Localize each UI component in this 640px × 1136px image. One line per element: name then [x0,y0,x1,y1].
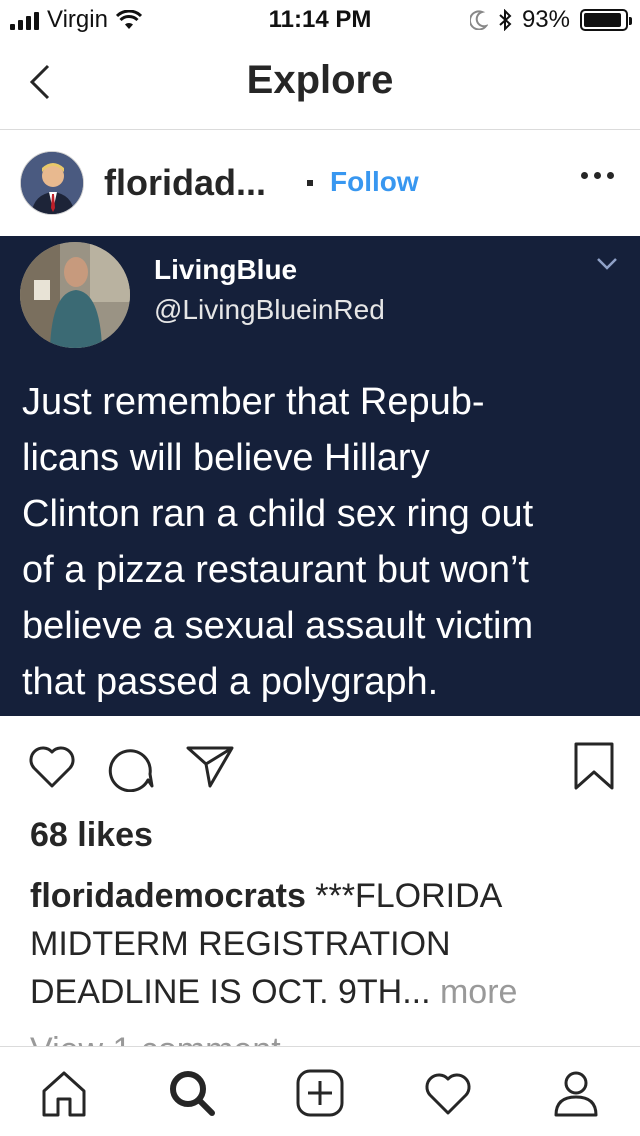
status-right: 93% [469,6,632,34]
post-image[interactable]: LivingBlue @LivingBlueinRed Just remembe… [0,236,640,716]
separator-dot [307,180,313,186]
tweet-text: Just remember that Repub- licans will be… [22,381,534,703]
post-header: floridad... Follow [0,130,640,236]
follow-button[interactable]: Follow [330,166,419,198]
caption-username[interactable]: floridademocrats [30,877,306,915]
add-icon[interactable] [294,1067,346,1119]
heart-icon[interactable] [26,740,78,792]
moon-icon [469,10,488,30]
tweet-avatar-image [20,242,130,348]
profile-icon[interactable] [550,1067,602,1119]
post-username[interactable]: floridad... [104,162,266,204]
bluetooth-icon [499,9,512,31]
share-icon[interactable] [184,740,236,792]
tweet-author-name: LivingBlue [154,254,298,285]
page-title: Explore [246,58,394,102]
tweet-author-handle: @LivingBlueinRed [154,294,385,325]
chevron-down-icon [597,258,617,270]
likes-count[interactable]: 68 likes [30,816,153,855]
post-caption: floridademocrats ***FLORIDA MIDTERM REGI… [30,872,610,1016]
nav-bar: Explore [0,40,640,130]
battery-percent: 93% [521,6,570,33]
battery-icon [580,9,632,31]
tweet-avatar [20,242,130,348]
avatar-image [21,152,83,214]
avatar[interactable] [20,151,84,215]
comment-icon[interactable] [104,740,156,792]
bookmark-icon[interactable] [568,740,620,792]
more-dots-icon[interactable] [581,172,614,179]
post-actions [0,716,640,816]
search-icon[interactable] [166,1067,218,1119]
heart-icon[interactable] [422,1067,474,1119]
battery-fill [584,13,622,27]
home-icon[interactable] [38,1067,90,1119]
caption-more-link[interactable]: more [431,973,517,1011]
tab-bar [0,1046,640,1136]
status-bar: Virgin 11:14 PM 93% [0,0,640,40]
